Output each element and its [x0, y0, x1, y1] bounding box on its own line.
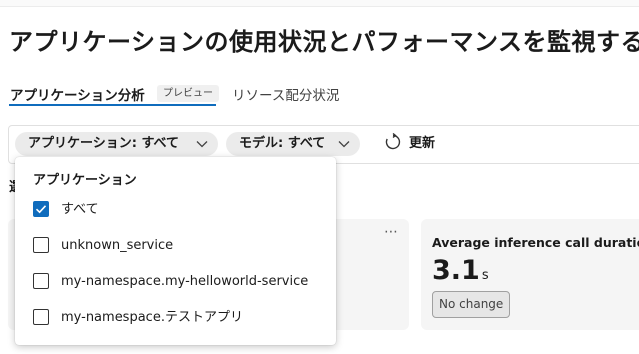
option-label: my-namespace.my-helloworld-service — [61, 274, 309, 289]
checkbox-icon[interactable] — [33, 308, 49, 325]
card-value-number: 3.1 — [432, 255, 480, 286]
refresh-label: 更新 — [409, 136, 436, 151]
option-label: すべて — [61, 202, 99, 217]
refresh-icon — [385, 132, 401, 150]
page-title: アプリケーションの使用状況とパフォーマンスを監視する — [9, 28, 639, 56]
card-value: 3.1 s — [432, 255, 489, 286]
option-helloworld-service[interactable]: my-namespace.my-helloworld-service — [33, 271, 308, 293]
card-value-unit: s — [481, 268, 489, 283]
active-tab-indicator — [9, 104, 216, 106]
monitoring-page: アプリケーションの使用状況とパフォーマンスを監視する アプリケーション分析 プレ… — [0, 0, 639, 354]
application-filter-label: アプリケーション: すべて — [28, 136, 180, 151]
option-label: unknown_service — [61, 238, 174, 253]
tab-resource-allocation[interactable]: リソース配分状況 — [232, 84, 339, 104]
option-unknown-service[interactable]: unknown_service — [33, 235, 173, 257]
chevron-down-icon — [196, 132, 208, 156]
model-filter-label: モデル: すべて — [239, 136, 326, 151]
refresh-button[interactable]: 更新 — [384, 132, 436, 155]
option-test-app[interactable]: my-namespace.テストアプリ — [33, 307, 243, 329]
top-border — [0, 0, 639, 7]
more-options-icon[interactable]: ⋯ — [384, 224, 399, 240]
card-title: Average inference call duration — [432, 235, 639, 250]
option-all[interactable]: すべて — [33, 199, 99, 221]
change-badge: No change — [432, 291, 511, 318]
preview-badge: プレビュー — [157, 85, 219, 102]
option-label: my-namespace.テストアプリ — [61, 310, 243, 325]
dropdown-heading: アプリケーション — [33, 173, 137, 188]
application-filter-button[interactable]: アプリケーション: すべて — [15, 132, 218, 156]
chevron-down-icon — [338, 132, 350, 156]
tab-application-analytics[interactable]: アプリケーション分析 — [10, 84, 145, 104]
application-filter-dropdown: アプリケーション すべて unknown_service my-namespac… — [15, 157, 336, 345]
model-filter-button[interactable]: モデル: すべて — [226, 132, 360, 156]
checkbox-icon[interactable] — [33, 236, 49, 253]
checkbox-icon[interactable] — [33, 272, 49, 289]
checkbox-checked-icon[interactable] — [33, 200, 49, 217]
